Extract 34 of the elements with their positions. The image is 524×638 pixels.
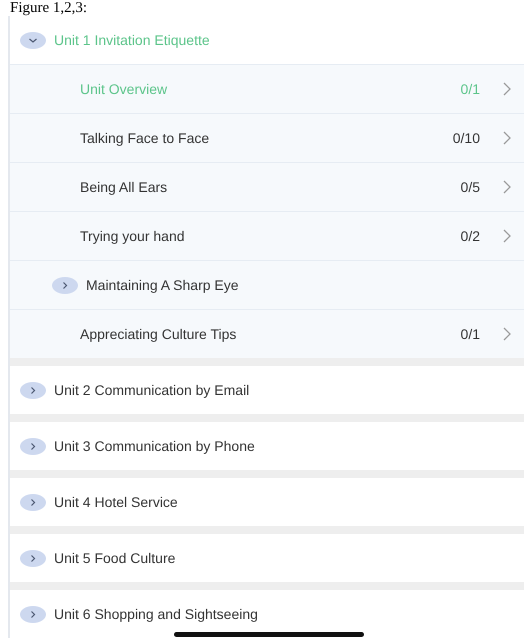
unit-title[interactable]: Unit 2 Communication by Email [54,382,250,398]
lesson-progress: 0/5 [460,179,480,195]
lesson-row[interactable]: Appreciating Culture Tips 0/1 [10,309,524,358]
expand-icon[interactable] [20,438,46,454]
section-title: Maintaining A Sharp Eye [86,277,240,293]
chevron-right-icon [502,130,512,146]
lesson-progress: 0/2 [460,228,480,244]
lesson-row[interactable]: Talking Face to Face 0/10 [10,113,524,162]
chevron-right-icon [502,179,512,195]
lesson-progress: 0/10 [452,130,480,146]
lesson-row[interactable]: Being All Ears 0/5 [10,162,524,211]
section-row[interactable]: Maintaining A Sharp Eye [10,260,524,309]
expand-icon[interactable] [20,494,46,510]
lesson-title: Being All Ears [80,179,168,195]
expand-icon[interactable] [20,606,46,622]
chevron-right-icon [502,81,512,97]
chevron-right-icon [502,326,512,342]
unit-title[interactable]: Unit 3 Communication by Phone [54,438,255,454]
unit-title[interactable]: Unit 4 Hotel Service [54,494,178,510]
lesson-title: Appreciating Culture Tips [80,326,238,342]
lesson-title: Talking Face to Face [80,130,210,146]
lesson-row[interactable]: Trying your hand 0/2 [10,211,524,260]
expand-icon[interactable] [52,276,78,294]
lesson-progress: 0/1 [460,326,480,342]
unit-title[interactable]: Unit 6 Shopping and Sightseeing [54,606,258,622]
chevron-right-icon [502,228,512,244]
figure-caption: Figure 1,2,3: [9,0,88,16]
expand-icon[interactable] [20,382,46,398]
collapse-icon[interactable] [20,32,46,48]
lesson-title: Trying your hand [80,228,186,244]
lesson-progress: 0/1 [460,81,480,97]
lesson-title: Unit Overview [80,81,168,97]
unit-title[interactable]: Unit 5 Food Culture [54,550,176,566]
expand-icon[interactable] [20,550,46,566]
